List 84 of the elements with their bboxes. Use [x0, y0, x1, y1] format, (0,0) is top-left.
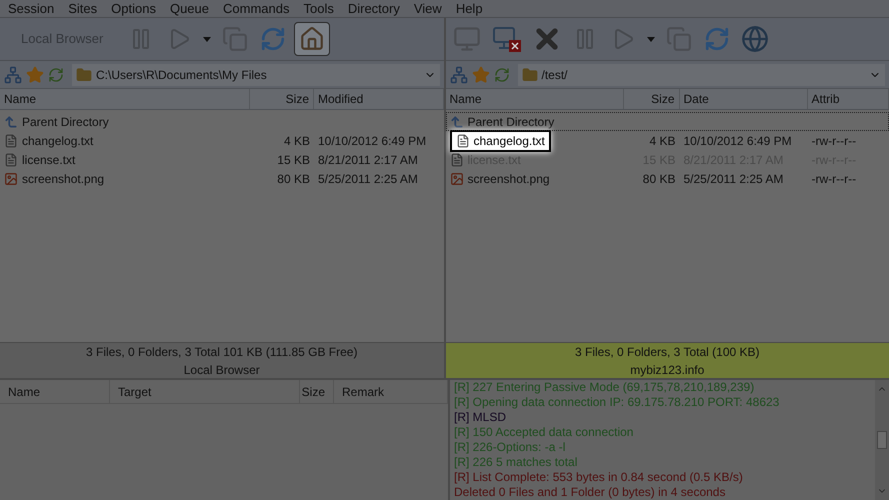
column-header[interactable]: Size: [300, 380, 334, 403]
file-row[interactable]: Parent Directory: [446, 112, 889, 131]
file-name[interactable]: screenshot.png: [4, 170, 104, 188]
table-cell-text: 80 KB: [276, 170, 311, 188]
folder-icon: [522, 66, 538, 82]
column-header[interactable]: Name: [446, 89, 624, 109]
monitor-with-x-icon: [492, 25, 522, 53]
log-line: [R] 226 5 matches total: [454, 455, 578, 470]
log-line: [R] 226-Options: -a -l: [454, 440, 566, 455]
menu-item[interactable]: Help: [456, 0, 483, 18]
menu-item[interactable]: Session: [8, 0, 54, 18]
file-row[interactable]: screenshot.png 80 KB 5/25/2011 2:25 AM -rw-r--r--: [446, 169, 889, 188]
column-header[interactable]: Attrib: [808, 89, 889, 109]
file-name[interactable]: screenshot.png: [450, 170, 550, 188]
tree-view-icon[interactable]: [450, 66, 468, 84]
file-row[interactable]: Parent Directory: [0, 112, 444, 131]
folder-icon: [76, 66, 92, 82]
log-line: [R] Opening data connection IP: 69.175.78.210 PORT: 48623: [454, 395, 780, 410]
caret-icon: [203, 36, 212, 42]
home-button[interactable]: [294, 22, 330, 56]
image-file-icon: [4, 172, 18, 186]
path-dropdown[interactable]: /test/: [518, 64, 885, 86]
file-name[interactable]: changelog.txt: [450, 130, 551, 152]
column-header[interactable]: Name: [0, 89, 250, 109]
file-row[interactable]: changelog.txt 4 KB 10/10/2012 6:49 PM -rw-r--r--: [446, 131, 889, 150]
text-file-icon: [4, 152, 18, 166]
table-cell-text: 4 KB: [648, 132, 676, 150]
status-text: 3 Files, 0 Folders, 3 Total (100 KB): [574, 344, 760, 360]
text-file-icon: [450, 152, 464, 166]
log-line: [R] List Complete: 553 bytes in 0.84 second (0.5 KB/s): [454, 470, 744, 485]
file-row[interactable]: changelog.txt 4 KB 10/10/2012 6:49 PM: [0, 131, 444, 150]
column-header[interactable]: Size: [250, 89, 314, 109]
file-row[interactable]: license.txt 15 KB 8/21/2011 2:17 AM: [0, 150, 444, 169]
globe-icon: [740, 25, 768, 53]
table-cell-text: 5/25/2011 2:25 AM: [682, 170, 784, 188]
menu-item[interactable]: View: [414, 0, 442, 18]
up-arrow-icon: [4, 114, 18, 128]
table-cell-text: 4 KB: [282, 132, 311, 150]
star-icon[interactable]: [472, 66, 490, 84]
table-cell-text: 80 KB: [642, 170, 676, 188]
file-name[interactable]: license.txt: [4, 150, 76, 168]
file-name[interactable]: Parent Directory: [450, 112, 554, 130]
status-text: 3 Files, 0 Folders, 3 Total 101 KB (111.85 GB Free): [86, 344, 358, 360]
log-line: Deleted 0 Files and 1 Folder (0 bytes) in 4 seconds: [454, 485, 726, 500]
menu-item[interactable]: Options: [111, 0, 156, 18]
file-row[interactable]: screenshot.png 80 KB 5/25/2011 2:25 AM: [0, 169, 444, 188]
menu-item[interactable]: Tools: [303, 0, 334, 18]
menu-item[interactable]: Commands: [223, 0, 290, 18]
caret-icon: [646, 36, 654, 42]
column-header[interactable]: Size: [624, 89, 680, 109]
menu-item[interactable]: Directory: [348, 0, 400, 18]
star-icon[interactable]: [26, 66, 44, 84]
circular-arrow-icon[interactable]: [48, 66, 64, 82]
image-file-icon: [450, 172, 464, 186]
up-arrow-icon: [450, 114, 464, 128]
text-file-icon: [456, 134, 470, 148]
column-header[interactable]: Date: [680, 89, 808, 109]
table-cell-text: 10/10/2012 6:49 PM: [317, 132, 428, 150]
table-cell-text: 5/25/2011 2:25 AM: [317, 170, 419, 188]
log-line: [R] 150 Accepted data connection: [454, 425, 634, 440]
column-header[interactable]: Name: [0, 380, 110, 403]
table-cell-text: -rw-r--r--: [810, 170, 858, 188]
file-name[interactable]: changelog.txt: [4, 132, 94, 150]
menu-item[interactable]: Queue: [170, 0, 210, 18]
log-line: [R] 227 Entering Passive Mode (69,175,78,210,189,239): [454, 380, 756, 395]
scrollbar[interactable]: [875, 380, 889, 500]
table-cell-text: 15 KB: [276, 152, 311, 168]
menu-item[interactable]: Sites: [68, 0, 98, 18]
pane-title: Local Browser: [184, 362, 260, 378]
file-name[interactable]: Parent Directory: [4, 112, 109, 130]
text-file-icon: [4, 134, 18, 148]
log-line: [R] MLSD: [454, 410, 508, 425]
refresh-icon: [704, 26, 730, 52]
path-dropdown[interactable]: C:\Users\R\Documents\My Files: [72, 64, 440, 86]
pane-title: mybiz123.info: [630, 362, 704, 378]
refresh-icon: [260, 26, 286, 52]
table-cell-text: 10/10/2012 6:49 PM: [682, 132, 793, 150]
tree-view-icon[interactable]: [4, 66, 22, 84]
column-header[interactable]: Target: [110, 380, 300, 403]
scrollbar-thumb[interactable]: [877, 431, 887, 449]
table-cell-text: -rw-r--r--: [810, 132, 858, 150]
table-cell-text: 8/21/2011 2:17 AM: [317, 152, 419, 168]
circular-arrow-icon[interactable]: [494, 66, 510, 82]
home-icon: [299, 26, 326, 52]
